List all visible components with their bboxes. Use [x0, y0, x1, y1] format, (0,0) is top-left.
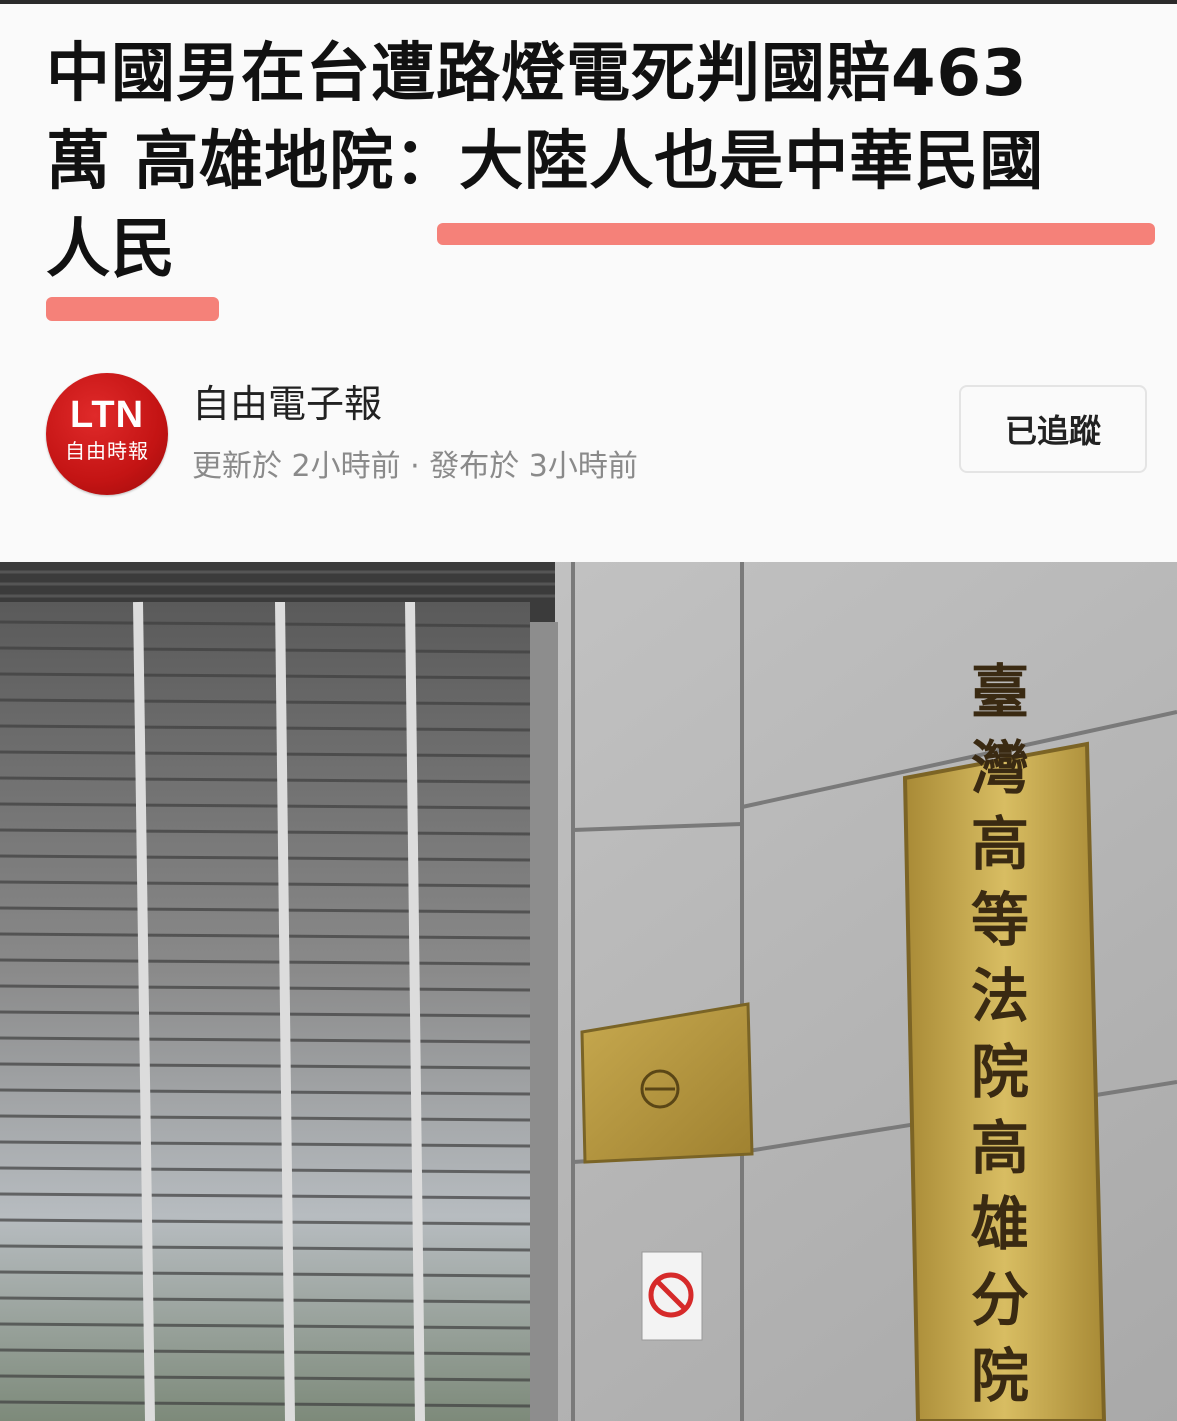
status-bar-edge: [0, 0, 1177, 4]
article-photo[interactable]: 臺灣高等法院高雄分院: [0, 562, 1177, 1421]
headline-line: 人民: [46, 213, 176, 287]
plaque-text: 臺灣高等法院高雄分院: [955, 654, 1045, 1414]
plaque-characters: 臺灣高等法院高雄分院: [970, 658, 1029, 1410]
follow-button[interactable]: 已追蹤: [959, 385, 1147, 473]
publisher-logo[interactable]: LTN 自由時報: [46, 373, 168, 495]
logo-subtext: 自由時報: [65, 439, 149, 463]
article-page: 中國男在台遭路燈電死判國賠463 萬 高雄地院：大陸人也是中華民國 人民 LTN…: [0, 0, 1177, 1421]
publisher-name[interactable]: 自由電子報: [192, 381, 382, 427]
article-headline[interactable]: 中國男在台遭路燈電死判國賠463 萬 高雄地院：大陸人也是中華民國 人民: [46, 30, 1146, 294]
publish-time: 更新於 2小時前 · 發布於 3小時前: [192, 449, 638, 484]
source-row: LTN 自由時報 自由電子報 更新於 2小時前 · 發布於 3小時前 已追蹤: [46, 373, 1149, 495]
highlight-underline: [46, 297, 219, 321]
logo-text: LTN: [69, 394, 145, 436]
headline-line: 萬 高雄地院：大陸人也是中華民國: [46, 125, 1045, 199]
headline-line: 中國男在台遭路燈電死判國賠463: [46, 37, 1028, 111]
